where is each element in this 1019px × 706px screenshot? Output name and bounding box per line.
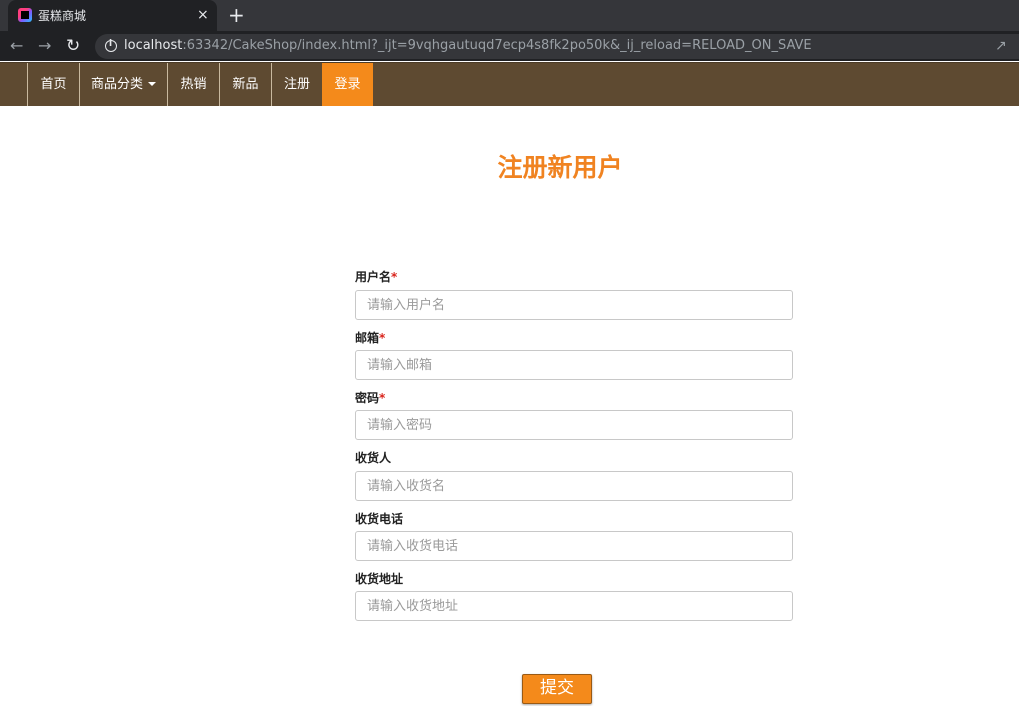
phone-input[interactable] — [355, 531, 793, 561]
nav-login[interactable]: 登录 — [322, 63, 373, 106]
required-mark: * — [391, 270, 398, 284]
required-mark: * — [379, 391, 386, 405]
browser-toolbar: ← → ↻ localhost:63342/CakeShop/index.htm… — [0, 31, 1019, 61]
browser-tab[interactable]: 蛋糕商城 × — [8, 0, 217, 31]
page-title: 注册新用户 — [497, 153, 623, 182]
recipient-label: 收货人 — [355, 451, 392, 465]
forward-arrow-icon[interactable]: → — [38, 35, 51, 57]
password-label: 密码* — [355, 391, 386, 405]
plus-icon[interactable]: + — [228, 3, 245, 27]
username-input[interactable] — [355, 290, 793, 320]
share-icon[interactable]: ↗ — [995, 38, 1007, 54]
address-label: 收货地址 — [355, 572, 404, 586]
required-mark: * — [379, 331, 386, 345]
phone-label: 收货电话 — [355, 512, 404, 526]
info-icon[interactable] — [105, 39, 117, 52]
back-arrow-icon[interactable]: ← — [10, 35, 23, 57]
close-icon[interactable]: × — [197, 6, 209, 24]
submit-button[interactable]: 提交 — [522, 674, 592, 704]
reload-icon[interactable]: ↻ — [66, 35, 80, 57]
nav-home[interactable]: 首页 — [27, 63, 79, 106]
password-input[interactable] — [355, 410, 793, 440]
address-bar[interactable]: localhost:63342/CakeShop/index.html?_ijt… — [95, 34, 1019, 59]
recipient-input[interactable] — [355, 471, 793, 501]
address-input[interactable] — [355, 591, 793, 621]
nav-categories-label: 商品分类 — [90, 77, 143, 92]
browser-tabstrip: 蛋糕商城 × + — [0, 0, 1019, 31]
url-text[interactable]: localhost:63342/CakeShop/index.html?_ijt… — [124, 38, 812, 53]
site-navbar: 首页 商品分类 热销 新品 注册 登录 — [0, 62, 1019, 106]
nav-new[interactable]: 新品 — [219, 63, 271, 106]
nav-categories[interactable]: 商品分类 — [79, 63, 167, 106]
email-label: 邮箱* — [355, 331, 386, 345]
email-input[interactable] — [355, 350, 793, 380]
nav-hot[interactable]: 热销 — [167, 63, 219, 106]
nav-register[interactable]: 注册 — [271, 63, 322, 106]
tab-title: 蛋糕商城 — [38, 9, 87, 23]
favicon-icon — [18, 8, 32, 22]
caret-down-icon — [148, 81, 156, 86]
username-label: 用户名* — [355, 270, 398, 284]
